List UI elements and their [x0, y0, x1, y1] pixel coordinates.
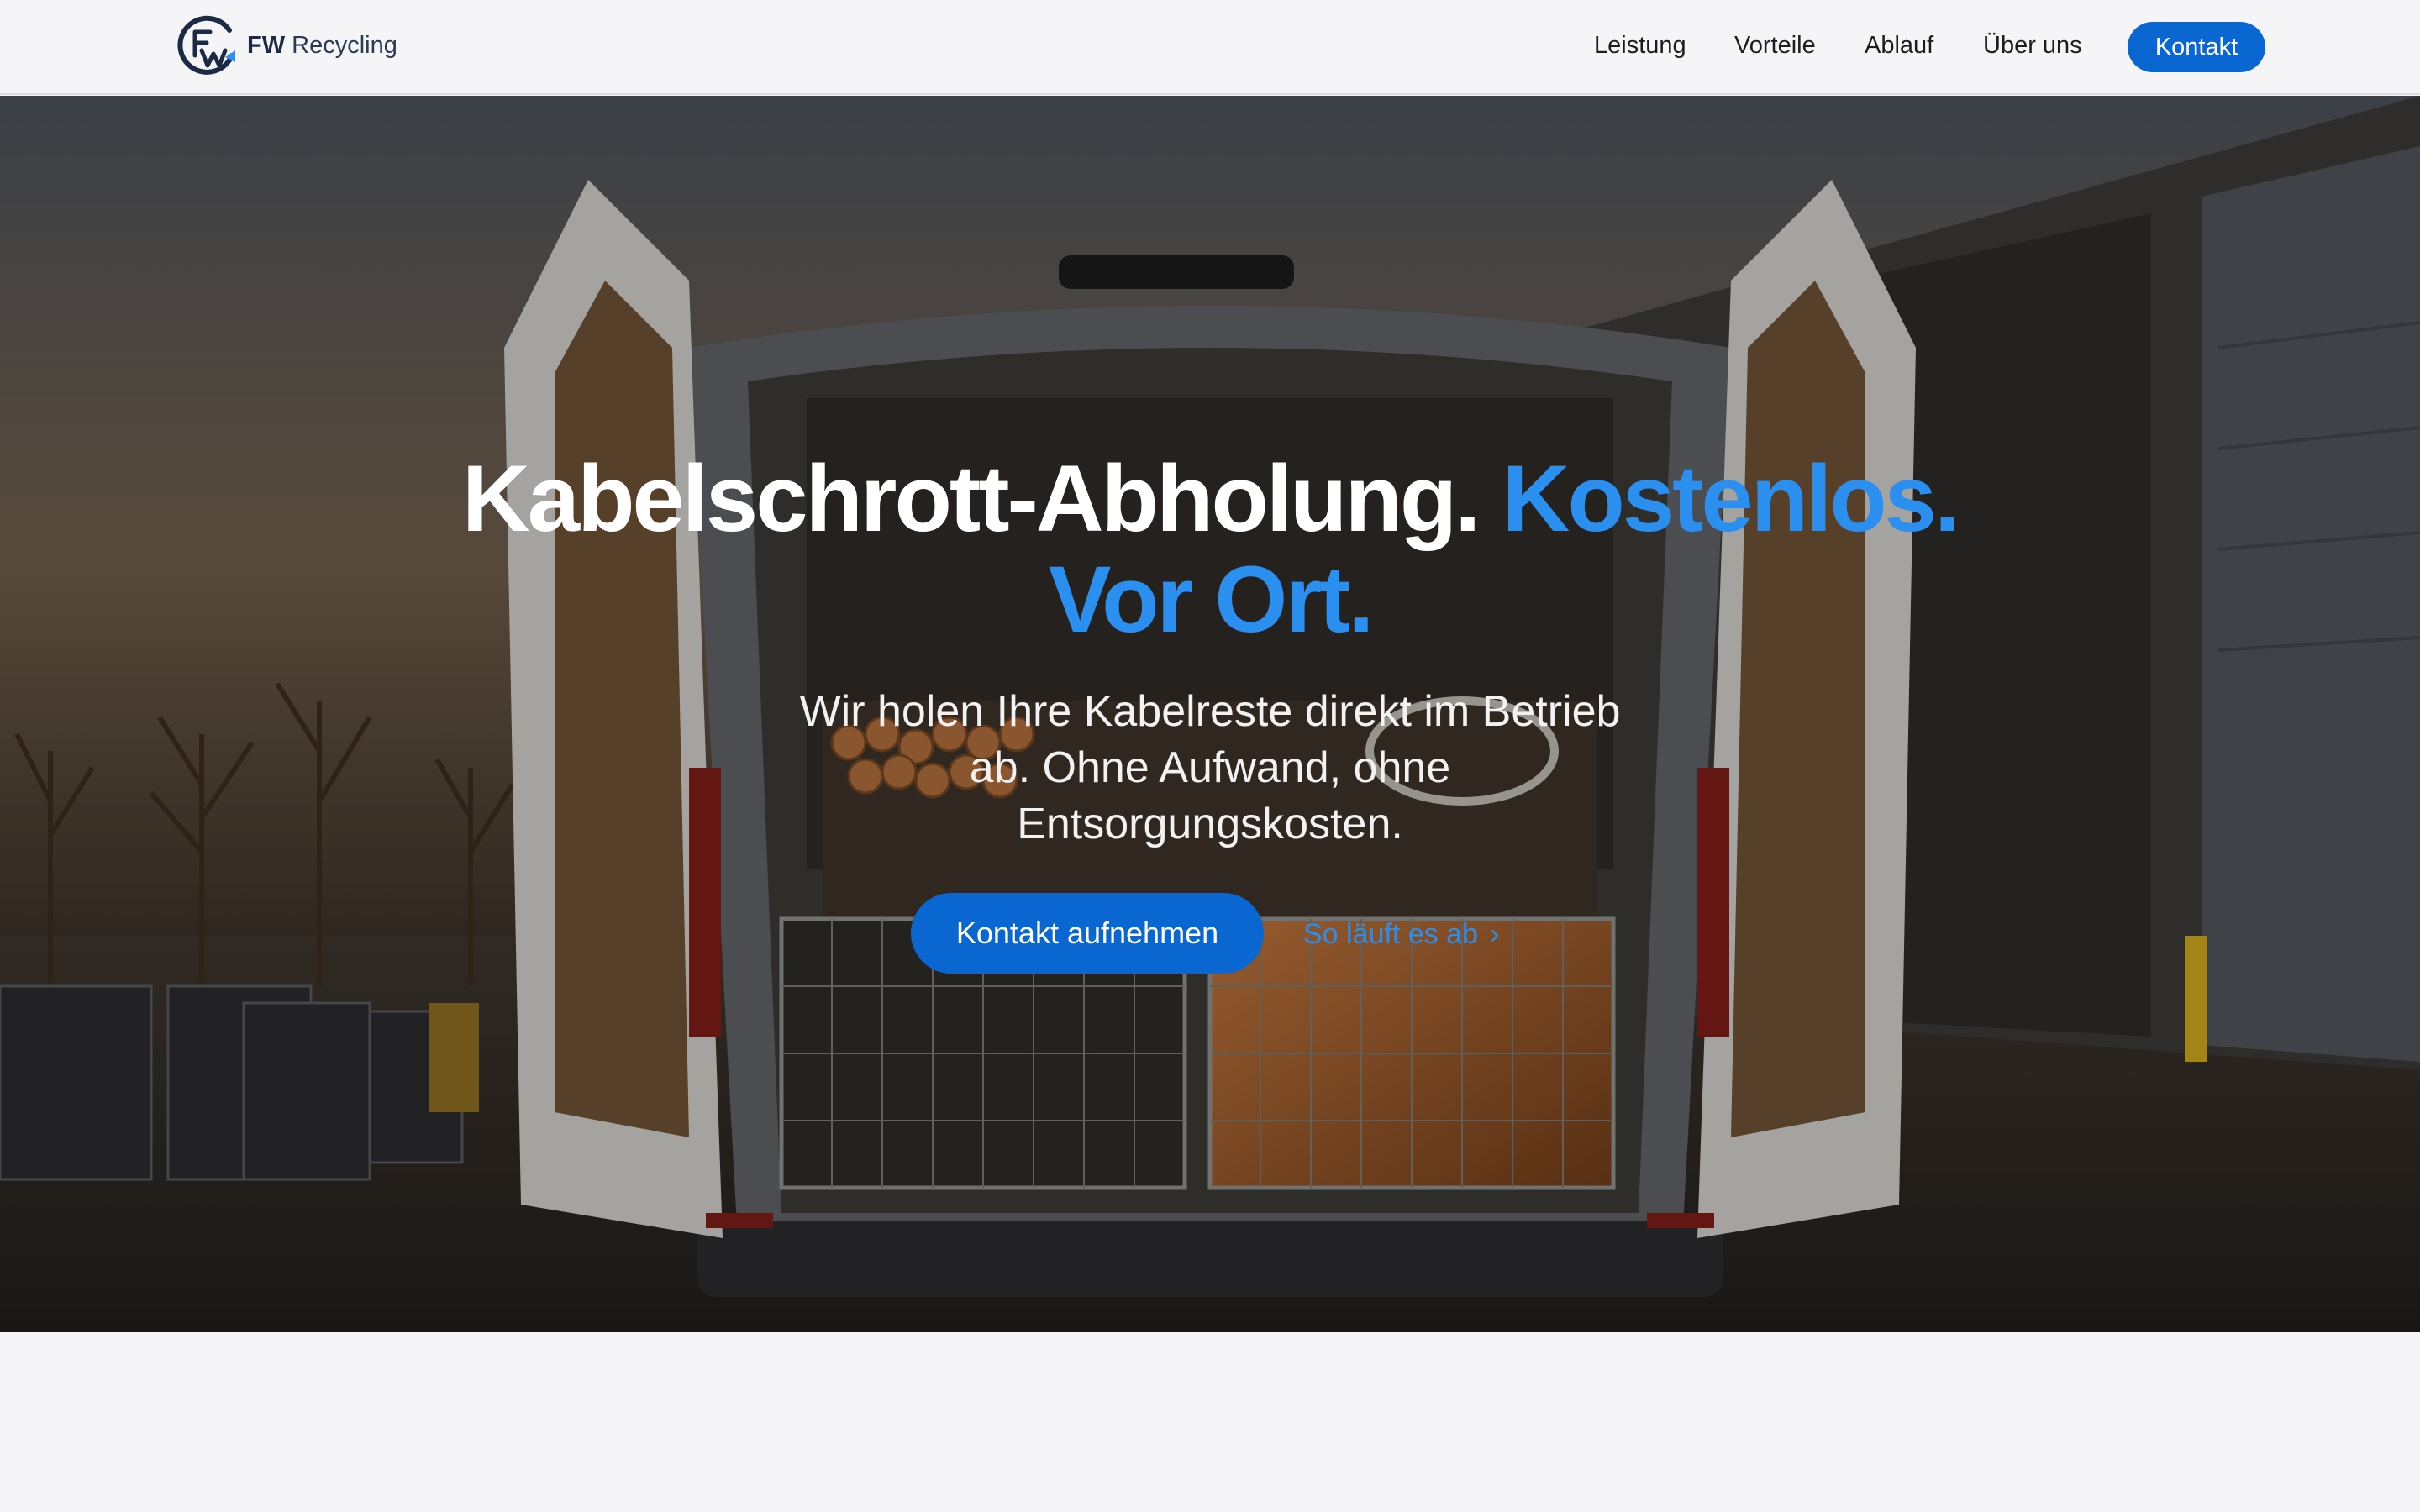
so-laeuft-es-ab-label: So läuft es ab	[1303, 917, 1478, 950]
hero-section: Kabelschrott-Abholung. Kostenlos. Vor Or…	[0, 96, 2420, 1332]
brand-name: FW Recycling	[247, 32, 397, 60]
kontakt-nav-button[interactable]: Kontakt	[2128, 22, 2265, 72]
nav-ueber-uns[interactable]: Über uns	[1983, 32, 2082, 60]
nav-vorteile[interactable]: Vorteile	[1734, 32, 1816, 60]
nav-ablauf[interactable]: Ablauf	[1865, 32, 1933, 60]
brand-name-rest: Recycling	[292, 31, 397, 59]
nav-leistung[interactable]: Leistung	[1594, 32, 1686, 60]
hero-subline: Wir holen Ihre Kabelreste direkt im Betr…	[799, 687, 1621, 848]
brand-name-bold: FW	[247, 31, 286, 59]
recycling-logo-icon	[176, 13, 240, 77]
chevron-right-icon: ›	[1489, 917, 1500, 950]
headline-line-1: Kabelschrott-Abholung. Kostenlos.	[0, 449, 2420, 549]
headline-white: Kabelschrott-Abholung.	[461, 446, 1481, 551]
headline-blue-2: Vor Ort.	[1048, 547, 1375, 652]
below-hero-section	[0, 1332, 2420, 1512]
headline-blue-1: Kostenlos.	[1502, 446, 1961, 551]
kontakt-aufnehmen-button[interactable]: Kontakt aufnehmen	[911, 893, 1264, 974]
hero-headline: Kabelschrott-Abholung. Kostenlos. Vor Or…	[0, 449, 2420, 650]
site-header: FW Recycling Leistung Vorteile Ablauf Üb…	[0, 0, 2420, 95]
brand-logo[interactable]: FW Recycling	[176, 13, 397, 77]
so-laeuft-es-ab-link[interactable]: So läuft es ab ›	[1303, 911, 1499, 958]
